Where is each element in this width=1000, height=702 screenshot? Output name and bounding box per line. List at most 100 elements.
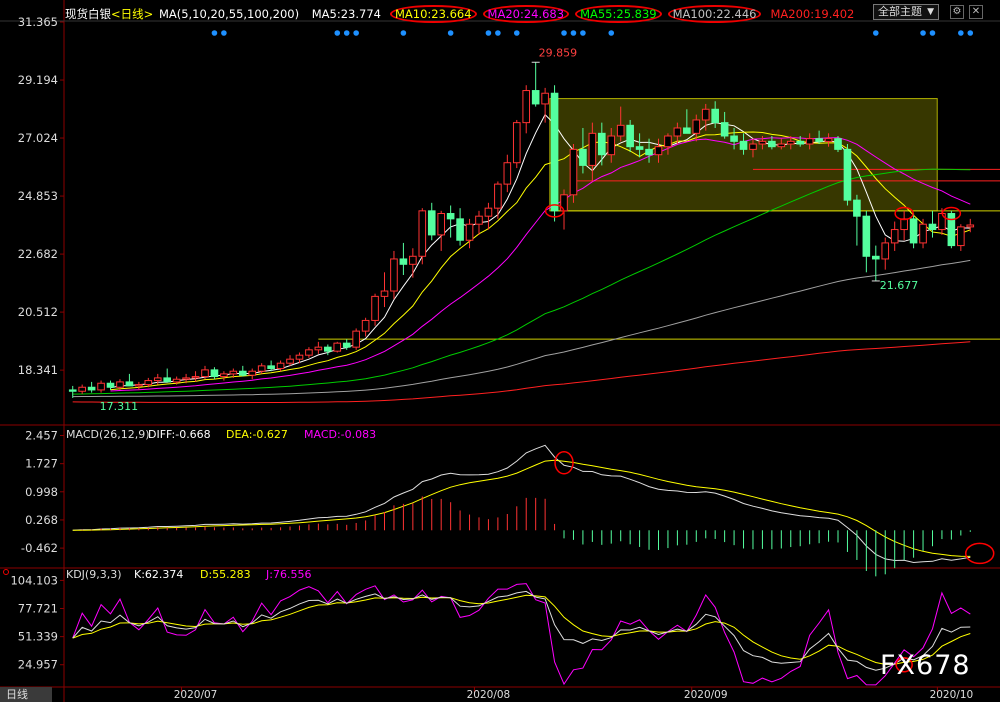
candle-body	[144, 380, 153, 386]
candle-body	[512, 122, 521, 164]
candle-body	[815, 138, 823, 142]
chart-header: 现货白银<日线> MA(5,10,20,55,100,200) MA5:23.7…	[65, 5, 857, 23]
candle-body	[862, 215, 871, 257]
macd-y-tick-label-4: -0.462	[21, 541, 58, 555]
candle-body	[286, 358, 294, 364]
kdj-legend-0: K:62.374	[134, 568, 183, 581]
candle-body	[68, 389, 77, 392]
candle-body	[531, 90, 540, 105]
candle-body	[116, 381, 124, 388]
candle-body	[796, 140, 805, 145]
candle-body	[664, 135, 672, 148]
macd-diff-line	[72, 444, 971, 564]
macd-y-tick-label-0: 2.457	[25, 429, 58, 443]
y-tick-label-3: 24.853	[18, 189, 58, 203]
candle-body	[484, 207, 493, 217]
signal-dot-6	[447, 30, 454, 36]
chevron-down-icon: ▼	[927, 7, 934, 17]
ma-legend-2: MA20:24.683	[482, 5, 570, 23]
candle-body	[314, 346, 323, 351]
x-tick-label-3: 2020/10	[930, 689, 974, 701]
macd-circle-1	[964, 542, 995, 565]
kdj-y-tick-label-3: 24.957	[18, 658, 58, 672]
period-tab-daily[interactable]: 日线	[0, 687, 52, 702]
signal-dot-2	[334, 30, 341, 36]
candle-body	[399, 258, 408, 265]
candle-body	[427, 210, 436, 236]
x-tick-label-2: 2020/09	[684, 689, 728, 701]
candle-body	[352, 330, 360, 348]
candle-body	[295, 354, 304, 360]
candle-body	[106, 382, 115, 388]
candle-body	[305, 349, 313, 356]
candle-body	[446, 213, 455, 220]
candle-body	[598, 132, 606, 156]
watermark: FX678	[880, 650, 971, 681]
candle-body	[380, 290, 389, 297]
candle-body	[390, 258, 398, 292]
theme-select-label: 全部主题	[878, 5, 922, 18]
candlestick-chart[interactable]: 31.365 29.194 27.024 24.853 22.682 20.512 18.3…	[0, 0, 1000, 702]
kdj-j-line	[72, 583, 971, 686]
candle-body	[579, 148, 587, 166]
start-low-label: 17.311	[100, 400, 138, 413]
candle-body	[626, 124, 634, 148]
candle-body	[805, 138, 814, 145]
candle-body	[966, 224, 975, 228]
candle-body	[635, 146, 644, 150]
kdj-d-line	[72, 594, 971, 665]
candle-body	[276, 362, 285, 370]
candle-body	[560, 194, 568, 212]
kdj-k-line	[72, 590, 971, 671]
candle-body	[78, 386, 86, 392]
candle-body	[135, 384, 143, 387]
candle-body	[541, 92, 549, 105]
candle-body	[947, 213, 956, 247]
candle-body	[163, 377, 172, 383]
ma-params: MA(5,10,20,55,100,200)	[158, 7, 300, 21]
macd-circle-0	[554, 451, 574, 475]
signal-dot-4	[353, 30, 359, 36]
signal-dot-7	[485, 30, 492, 36]
macd-title: MACD(26,12,9)	[66, 428, 150, 441]
signal-dot-15	[920, 30, 926, 36]
close-icon[interactable]: ✕	[969, 5, 983, 19]
candle-body	[371, 295, 379, 321]
macd-y-tick-label-3: 0.268	[25, 513, 58, 527]
x-tick-label-1: 2020/08	[467, 689, 511, 701]
signal-dot-9	[513, 30, 520, 36]
candle-body	[824, 138, 833, 142]
candle-body	[900, 218, 908, 231]
candle-body	[97, 382, 105, 391]
candle-body	[683, 127, 691, 134]
macd-y-tick-label-1: 1.727	[25, 457, 58, 471]
kdj-marker-icon	[3, 569, 9, 575]
candle-body	[191, 376, 200, 379]
kdj-y-tick-label-0: 104.103	[10, 573, 58, 587]
candle-body	[843, 148, 852, 201]
candle-body	[777, 143, 786, 148]
low-label: 21.677	[880, 279, 919, 292]
candle-body	[409, 255, 417, 265]
ma-legend-5: MA200:19.402	[770, 7, 855, 21]
candle-body	[475, 215, 483, 225]
settings-icon[interactable]: ⚙	[950, 5, 964, 19]
candle-body	[220, 373, 228, 378]
y-tick-label-5: 20.512	[18, 305, 58, 319]
ma-legend-1: MA10:23.664	[389, 5, 477, 23]
candle-body	[890, 229, 899, 244]
candle-body	[418, 210, 427, 257]
signal-dot-17	[958, 30, 964, 36]
kdj-y-tick-label-1: 77.721	[18, 602, 58, 616]
instrument-name: 现货白银	[65, 7, 111, 21]
theme-select[interactable]: 全部主题 ▼	[873, 4, 939, 20]
candle-body	[692, 119, 701, 134]
candle-body	[333, 342, 342, 352]
candle-body	[853, 199, 861, 217]
candle-body	[607, 135, 616, 156]
kdj-legend-2: J:76.556	[265, 568, 311, 581]
candle-body	[87, 386, 96, 391]
candle-body	[711, 108, 719, 124]
signal-dot-16	[929, 30, 936, 36]
candle-body	[210, 369, 219, 378]
